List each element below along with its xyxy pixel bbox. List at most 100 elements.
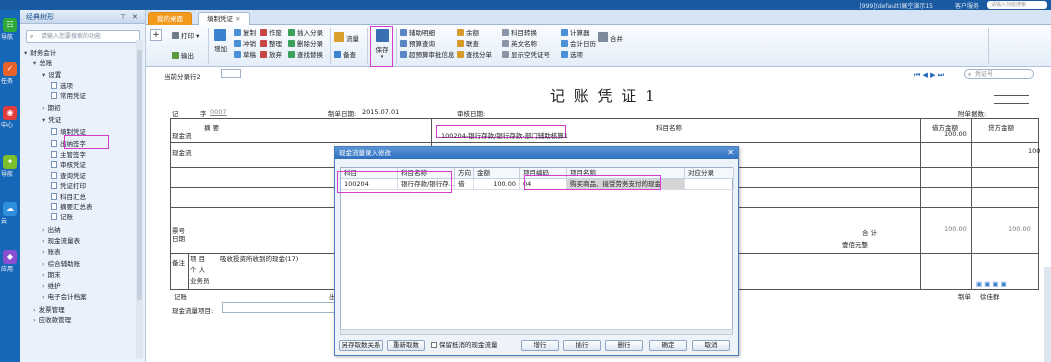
row-summary[interactable]: 现金流 (172, 130, 192, 140)
tab-voucher-entry[interactable]: 填制凭证 ✕ (198, 12, 250, 25)
merge-button[interactable]: 合并 (598, 32, 623, 43)
tree-item[interactable]: ▾ 总账 (33, 58, 52, 69)
cancel-button[interactable]: 取消 (692, 340, 730, 351)
voucher-no[interactable]: 0007 (210, 108, 227, 116)
abandon-button[interactable]: 放弃 (260, 51, 282, 60)
expand-arrow-icon[interactable]: › (42, 226, 45, 234)
find-split-button[interactable]: 查找分单 (457, 51, 492, 60)
delete-entry-button[interactable]: 删除分录 (288, 40, 323, 49)
left-panel-scrollbar[interactable] (136, 40, 143, 358)
memo-button[interactable]: 备查 (334, 51, 356, 60)
linked-query-button[interactable]: 联查 (457, 40, 479, 49)
delete-row-button[interactable]: 删行 (605, 340, 643, 351)
tree-item[interactable]: › 现金流量表 (42, 236, 80, 247)
expand-arrow-icon[interactable]: ▾ (42, 116, 45, 124)
tree-item[interactable]: 常用凭证 (51, 91, 86, 102)
tab-close-icon[interactable]: ✕ (235, 15, 240, 23)
account-convert-button[interactable]: 科目转换 (502, 29, 537, 38)
scroll-thumb[interactable] (137, 50, 142, 300)
expand-arrow-icon[interactable]: ▾ (24, 49, 27, 57)
options-button[interactable]: 选项 (561, 51, 583, 60)
ok-button[interactable]: 确定 (649, 340, 687, 351)
grid-cell[interactable]: 借 (455, 179, 474, 190)
tree-item[interactable]: › 期末 (42, 270, 61, 281)
refetch-button[interactable]: 重新取数 (387, 340, 425, 351)
print-button[interactable]: 打印 ▾ (172, 32, 199, 41)
tree-item[interactable]: › 电子会计档案 (42, 292, 87, 303)
expand-arrow-icon[interactable]: ▾ (42, 71, 45, 79)
expand-arrow-icon[interactable]: › (42, 104, 45, 112)
rail-task-button[interactable]: ✓ 任务 (0, 62, 20, 85)
voucher-search-input[interactable]: ⌕ 凭证号 (964, 69, 1034, 79)
reverse-button[interactable]: 冲销 (234, 40, 256, 49)
rail-nav-button[interactable]: ☷ 导航 (0, 18, 20, 41)
date-value[interactable]: 2015.07.01 (362, 108, 399, 116)
row-credit[interactable]: 100 (1028, 147, 1040, 155)
tree-item[interactable]: › 账表 (42, 247, 61, 258)
grid-header-cell[interactable]: 方向 (455, 168, 474, 179)
aux-detail-button[interactable]: 辅助明细 (400, 29, 435, 38)
budget-query-button[interactable]: 预算查询 (400, 40, 435, 49)
row-summary[interactable]: 现金流 (172, 147, 192, 157)
grid-header-cell[interactable]: 对应分录 (685, 168, 734, 179)
voucher-type[interactable]: 记 (172, 108, 179, 118)
tree-item[interactable]: › 维护 (42, 281, 61, 292)
customer-service-link[interactable]: 客户服务 (955, 1, 979, 10)
row-account[interactable]: 100204-银行存款/银行存款-部门辅助核算1 (441, 130, 568, 140)
expand-arrow-icon[interactable]: › (42, 293, 45, 301)
tree-item[interactable]: › 综合辅助账 (42, 259, 80, 270)
rail-center-button[interactable]: ◉ 中心 (0, 106, 20, 129)
balance-button[interactable]: 余额 (457, 29, 479, 38)
insert-row-button[interactable]: 插行 (563, 340, 601, 351)
export-button[interactable]: 输出 (172, 52, 194, 61)
save-fetch-relation-button[interactable]: 另存取数关系 (339, 340, 383, 351)
expand-arrow-icon[interactable]: ▾ (33, 59, 36, 67)
tab-desktop[interactable]: 我的桌面 (148, 12, 192, 25)
global-search-input[interactable]: 请输入功能搜索 (987, 1, 1047, 9)
copy-button[interactable]: 复制 (234, 29, 256, 38)
tree-item[interactable]: › 出纳 (42, 225, 61, 236)
tree-item[interactable]: › 期初 (42, 103, 61, 114)
tree-item[interactable]: ▾ 凭证 (42, 115, 61, 126)
tree-item[interactable]: ▾ 设置 (42, 70, 61, 81)
tree-item[interactable]: › 应收款管理 (33, 315, 71, 326)
expand-arrow-icon[interactable]: › (33, 316, 36, 324)
void-button[interactable]: 作废 (260, 29, 282, 38)
checkbox-icon[interactable] (431, 342, 437, 348)
fiscal-calendar-button[interactable]: 会计日历 (561, 40, 596, 49)
row-debit[interactable]: 100.00 (944, 130, 967, 138)
pin-icon[interactable]: ⊤ (120, 10, 126, 24)
add-button[interactable]: 增加 (214, 29, 228, 59)
expand-arrow-icon[interactable]: › (42, 271, 45, 279)
close-icon[interactable]: ✕ (132, 10, 138, 24)
expand-arrow-icon[interactable]: › (42, 237, 45, 245)
expand-arrow-icon[interactable]: › (33, 306, 36, 314)
grid-header-cell[interactable]: 金额 (474, 168, 520, 179)
over-budget-button[interactable]: 超预算审批信息 (400, 51, 455, 60)
add-row-button[interactable]: 增行 (521, 340, 559, 351)
find-replace-button[interactable]: 查找替换 (288, 51, 323, 60)
insert-entry-button[interactable]: 插入分录 (288, 29, 323, 38)
rail-cloud-button[interactable]: ☁ 云 (0, 202, 20, 225)
rail-nav2-button[interactable]: ✦ 导航 (0, 155, 20, 178)
tree-item[interactable]: 凭证打印 (51, 181, 86, 192)
tree-item[interactable]: 记账 (51, 212, 73, 223)
grid-cell[interactable]: 100.00 (474, 179, 520, 190)
english-name-button[interactable]: 英文名称 (502, 40, 537, 49)
tidy-button[interactable]: 整理 (260, 40, 282, 49)
tree-search-input[interactable]: ⌕ 请输入您要搜索的功能 (26, 30, 140, 43)
show-blank-no-button[interactable]: 显示空凭证号 (502, 51, 550, 60)
entry-row-input[interactable] (221, 69, 241, 78)
form-scrollbar[interactable] (1044, 267, 1051, 362)
flow-button[interactable]: 流量 (334, 32, 359, 43)
add-tab-button[interactable]: + (150, 29, 162, 41)
expand-arrow-icon[interactable]: › (42, 282, 45, 290)
keep-offset-checkbox[interactable]: 保留抵消的现金流量 (431, 340, 517, 351)
voucher-navigator[interactable]: ⏮ ◀ ▶ ⏭ (914, 71, 944, 80)
grid-hscrollbar[interactable] (340, 329, 733, 335)
tree-item[interactable]: 审核凭证 (51, 160, 86, 171)
expand-arrow-icon[interactable]: › (42, 260, 45, 268)
dialog-close-icon[interactable]: ✕ (727, 147, 734, 159)
grid-cell[interactable] (685, 179, 734, 190)
expand-arrow-icon[interactable]: › (42, 248, 45, 256)
